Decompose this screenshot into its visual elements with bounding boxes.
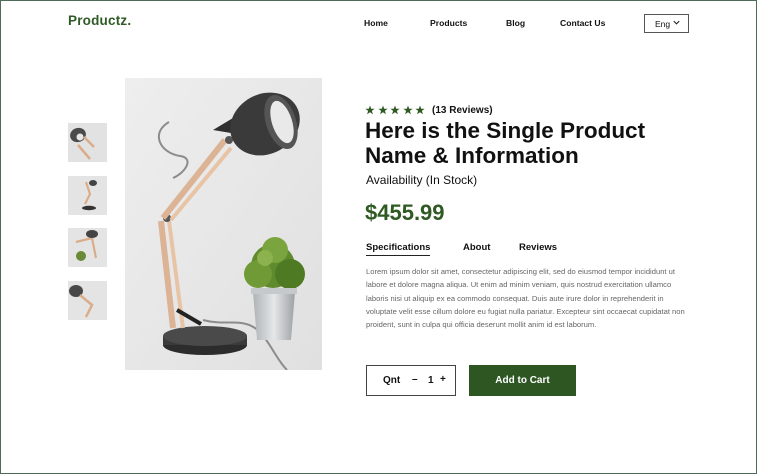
availability-status: Availability (In Stock): [366, 173, 478, 187]
product-description: Lorem ipsum dolor sit amet, consectetur …: [366, 267, 685, 330]
quantity-value: 1: [428, 375, 434, 386]
product-thumbnail-3[interactable]: [68, 228, 107, 267]
add-to-cart-button[interactable]: Add to Cart: [469, 365, 576, 396]
increase-quantity-button[interactable]: +: [440, 374, 446, 385]
nav-products[interactable]: Products: [430, 18, 467, 28]
star-icon: [365, 105, 375, 115]
nav-contact-us[interactable]: Contact Us: [560, 18, 605, 28]
product-thumbnail-4[interactable]: [68, 281, 107, 320]
language-value: Eng: [655, 18, 671, 29]
product-price: $455.99: [365, 200, 445, 225]
star-icon: [390, 105, 400, 115]
tab-specifications[interactable]: Specifications: [366, 242, 431, 256]
chevron-down-icon: [673, 20, 680, 25]
reviews-count[interactable]: (13 Reviews): [432, 105, 493, 116]
page-frame: [0, 0, 757, 474]
star-icon: [415, 105, 425, 115]
product-thumbnail-2[interactable]: [68, 176, 107, 215]
nav-blog[interactable]: Blog: [506, 18, 525, 28]
nav-home[interactable]: Home: [364, 18, 388, 28]
product-main-image: [125, 78, 322, 370]
tab-about[interactable]: About: [463, 242, 490, 253]
product-thumbnail-1[interactable]: [68, 123, 107, 162]
tab-reviews[interactable]: Reviews: [519, 242, 557, 253]
quantity-label: Qnt: [383, 375, 401, 386]
product-title: Here is the Single Product Name & Inform…: [365, 118, 646, 168]
star-icon: [377, 105, 388, 115]
star-icon: [402, 105, 413, 115]
language-select[interactable]: Eng: [644, 14, 689, 33]
decrease-quantity-button[interactable]: –: [412, 374, 418, 385]
quantity-stepper: Qnt – 1 +: [366, 365, 456, 396]
brand-logo[interactable]: Productz.: [68, 13, 131, 28]
rating-stars: [365, 105, 425, 115]
